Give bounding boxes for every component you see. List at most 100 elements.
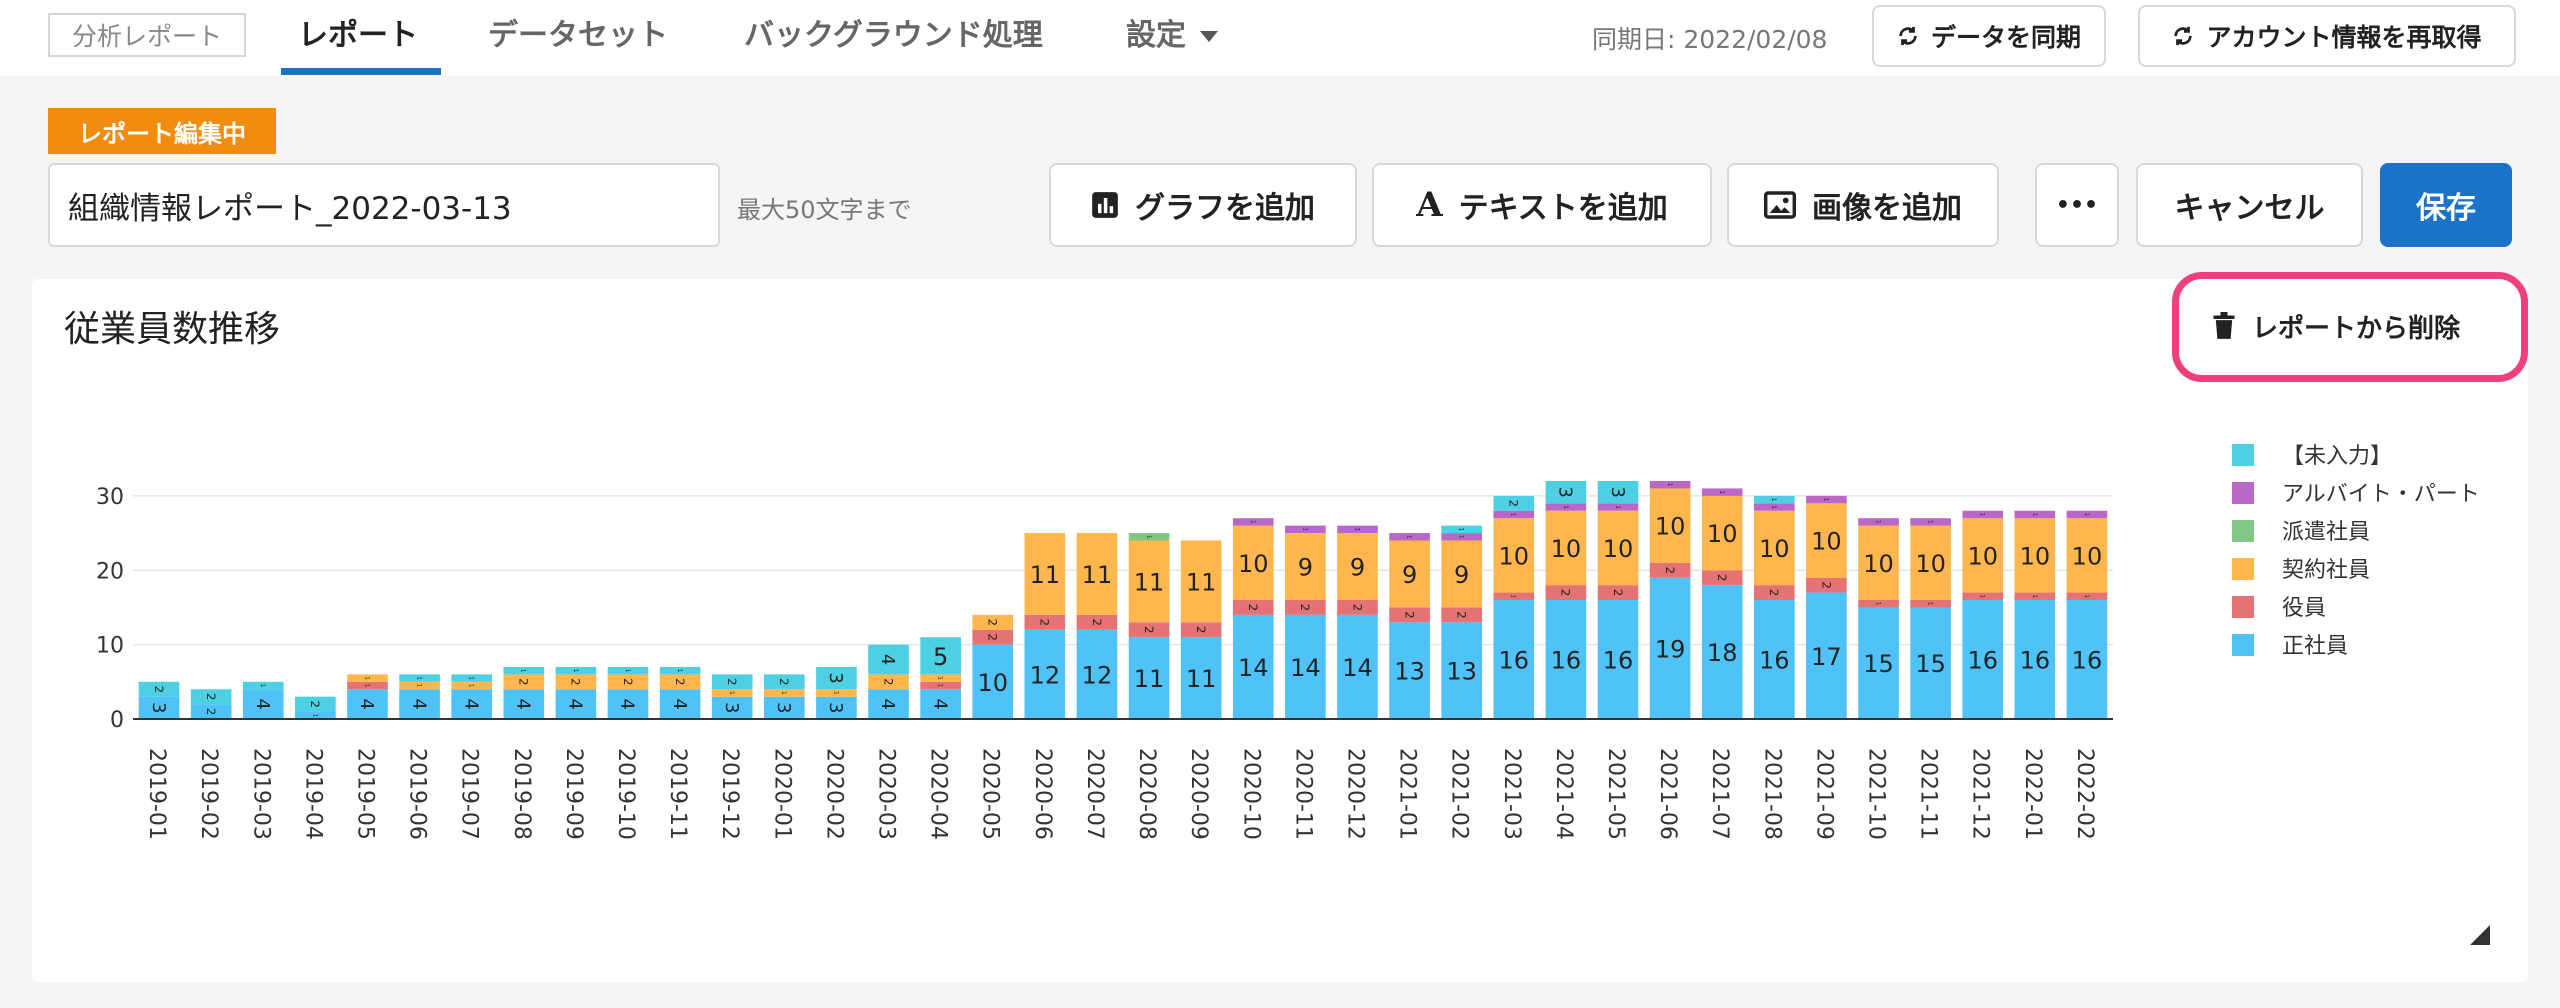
data-label: 1 — [1353, 527, 1360, 531]
data-label: 9 — [1402, 561, 1417, 589]
legend-swatch — [2232, 520, 2254, 542]
data-label: 3 — [825, 702, 846, 713]
x-tick-label: 2021-10 — [1864, 748, 1889, 840]
data-label: 1 — [1718, 490, 1725, 494]
employee-count-chart: 0102030322019-01222019-02412019-03122019… — [96, 444, 2480, 840]
legend-label: 【未入力】 — [2282, 444, 2392, 469]
x-tick-label: 2019-03 — [248, 748, 273, 840]
legend-swatch — [2232, 444, 2254, 466]
x-tick-label: 2021-06 — [1655, 748, 1680, 840]
legend-label: 正社員 — [2282, 634, 2348, 659]
x-tick-label: 2020-10 — [1238, 748, 1263, 840]
data-label: 2 — [1663, 566, 1677, 574]
x-tick-label: 2019-10 — [613, 748, 638, 840]
data-label: 1 — [468, 684, 475, 688]
x-tick-label: 2020-02 — [821, 748, 846, 840]
data-label: 1 — [1770, 498, 1777, 502]
data-label: 9 — [1454, 561, 1469, 589]
x-tick-label: 2021-07 — [1707, 748, 1732, 840]
x-tick-label: 2020-01 — [769, 748, 794, 840]
data-label: 4 — [877, 698, 898, 709]
legend-label: アルバイト・パート — [2282, 482, 2480, 507]
data-label: 10 — [1915, 550, 1946, 578]
data-label: 9 — [1298, 554, 1313, 582]
data-label: 1 — [676, 669, 683, 673]
data-label: 10 — [977, 669, 1008, 697]
data-label: 1 — [2083, 513, 2090, 517]
data-label: 2 — [308, 700, 322, 708]
x-tick-label: 2021-04 — [1551, 748, 1576, 840]
data-label: 16 — [2020, 647, 2051, 675]
data-label: 1 — [937, 676, 944, 680]
data-label: 1 — [1874, 602, 1881, 606]
x-tick-label: 2020-05 — [978, 748, 1003, 840]
data-label: 2 — [1246, 604, 1260, 612]
data-label: 17 — [1811, 643, 1842, 671]
data-label: 3 — [1555, 486, 1576, 497]
data-label: 14 — [1342, 654, 1373, 682]
data-label: 1 — [1510, 513, 1517, 517]
data-label: 15 — [1863, 650, 1894, 678]
data-label: 1 — [520, 669, 527, 673]
data-label: 1 — [2031, 594, 2038, 598]
data-label: 2 — [725, 678, 739, 686]
data-label: 3 — [825, 672, 846, 683]
data-label: 2 — [1559, 589, 1573, 597]
data-label: 5 — [933, 643, 948, 671]
data-label: 4 — [617, 698, 638, 709]
data-label: 1 — [1979, 594, 1986, 598]
data-label: 4 — [356, 698, 377, 709]
data-label: 14 — [1238, 654, 1269, 682]
x-tick-label: 2022-01 — [2020, 748, 2045, 840]
data-label: 1 — [415, 676, 422, 680]
data-label: 10 — [1238, 550, 1269, 578]
data-label: 1 — [363, 676, 370, 680]
data-label: 13 — [1394, 658, 1425, 686]
data-label: 2 — [204, 693, 218, 701]
legend-label: 派遣社員 — [2282, 520, 2370, 545]
data-label: 1 — [259, 684, 266, 688]
y-tick-label: 10 — [96, 634, 124, 659]
data-label: 4 — [877, 654, 898, 665]
data-label: 2 — [152, 685, 166, 693]
data-label: 1 — [1145, 535, 1152, 539]
data-label: 1 — [1458, 535, 1465, 539]
x-tick-label: 2022-02 — [2072, 748, 2097, 840]
data-label: 10 — [2020, 542, 2051, 570]
data-label: 13 — [1446, 658, 1477, 686]
data-label: 11 — [1134, 568, 1165, 596]
data-label: 2 — [1455, 611, 1469, 619]
data-label: 1 — [1301, 527, 1308, 531]
data-label: 1 — [780, 691, 787, 695]
x-tick-label: 2020-03 — [874, 748, 899, 840]
x-tick-label: 2021-05 — [1603, 748, 1628, 840]
data-label: 4 — [512, 698, 533, 709]
data-label: 1 — [937, 684, 944, 688]
data-label: 3 — [1607, 486, 1628, 497]
data-label: 1 — [1562, 505, 1569, 509]
data-label: 2 — [777, 678, 791, 686]
legend-swatch — [2232, 634, 2254, 656]
data-label: 2 — [986, 619, 1000, 627]
data-label: 1 — [1249, 520, 1256, 524]
data-label: 2 — [1767, 589, 1781, 597]
data-label: 2 — [621, 678, 635, 686]
data-label: 10 — [1811, 528, 1842, 556]
data-label: 16 — [1603, 647, 1634, 675]
data-label: 1 — [1510, 594, 1517, 598]
data-label: 1 — [363, 684, 370, 688]
resize-handle[interactable] — [2470, 925, 2490, 945]
x-tick-label: 2019-09 — [561, 748, 586, 840]
data-label: 11 — [1186, 568, 1217, 596]
x-tick-label: 2021-01 — [1395, 748, 1420, 840]
data-label: 12 — [1082, 661, 1113, 689]
data-label: 2 — [1142, 626, 1156, 634]
data-label: 1 — [1874, 520, 1881, 524]
x-tick-label: 2019-06 — [405, 748, 430, 840]
data-label: 3 — [721, 702, 742, 713]
data-label: 4 — [929, 698, 950, 709]
data-label: 1 — [311, 713, 318, 717]
data-label: 10 — [1707, 520, 1738, 548]
x-tick-label: 2020-04 — [926, 748, 951, 840]
x-tick-label: 2020-12 — [1342, 748, 1367, 840]
